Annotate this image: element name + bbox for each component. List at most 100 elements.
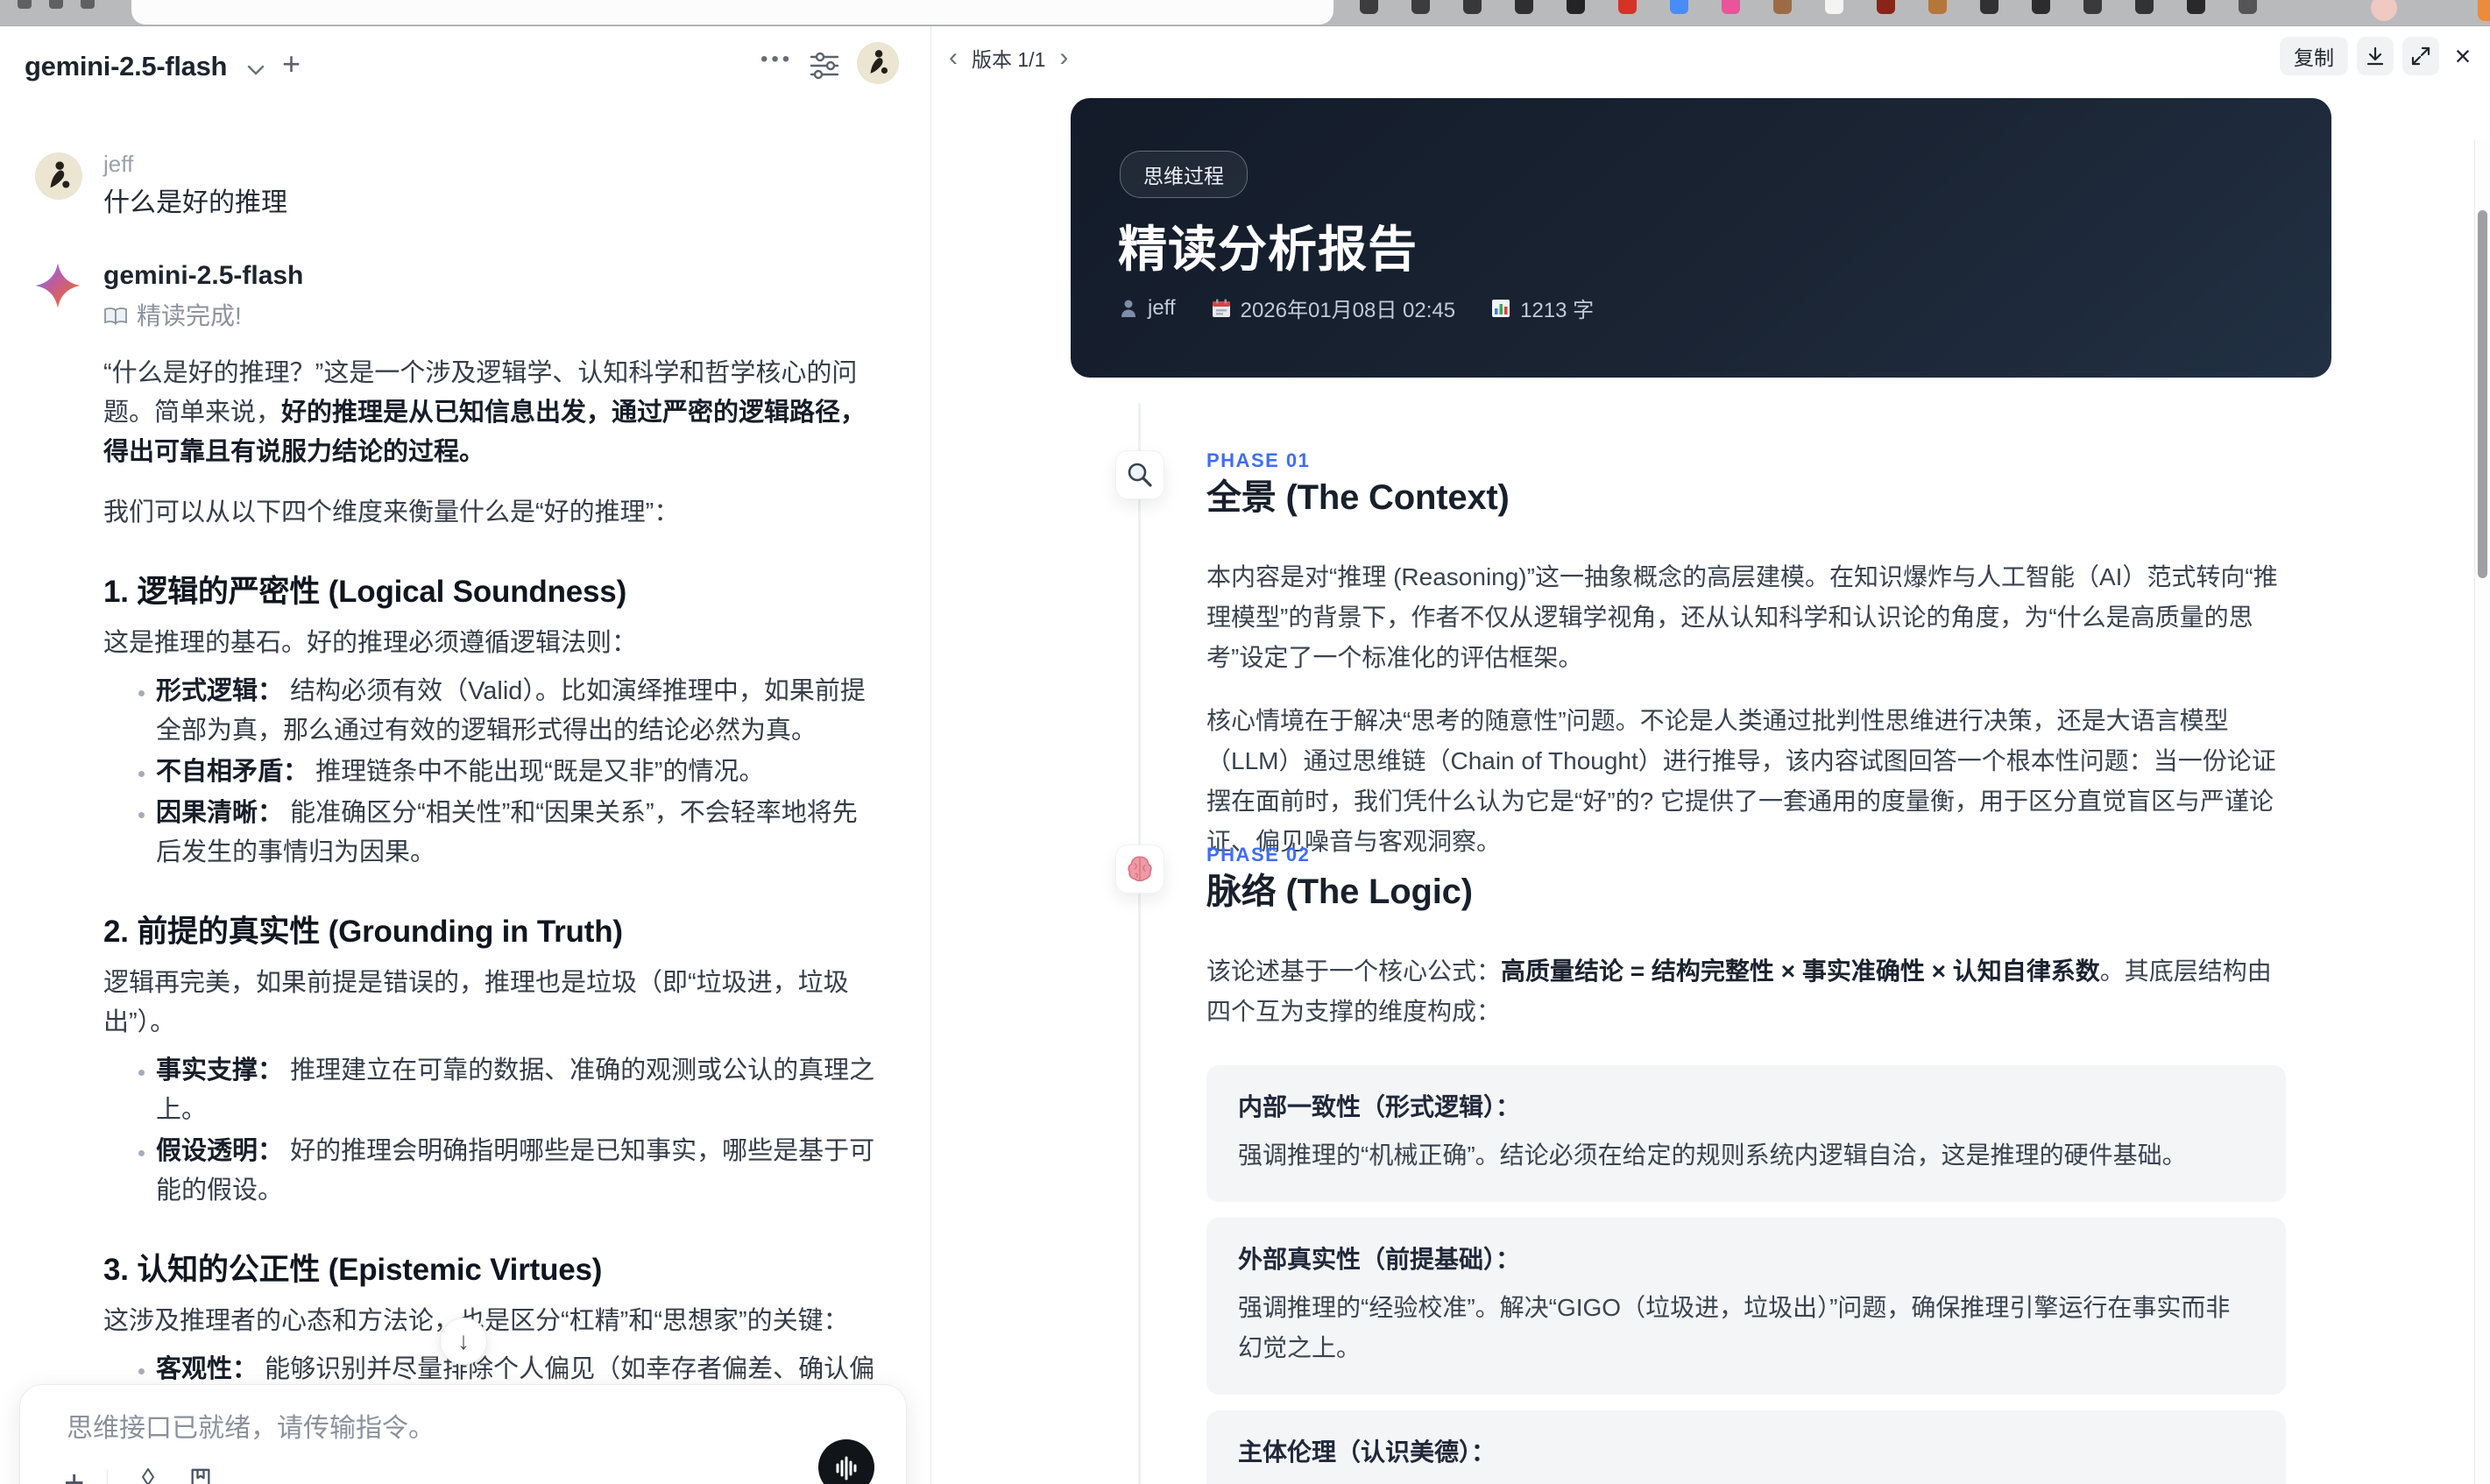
browser-nav-icon[interactable]: [81, 0, 95, 9]
logic-card: 内部一致性（形式逻辑）： 强调推理的“机械正确”。结论必须在给定的规则系统内逻辑…: [1206, 1065, 2286, 1202]
user-message-text: 什么是好的推理: [103, 188, 287, 217]
list-item: 因果清晰： 能准确区分“相关性”和“因果关系”，不会轻率地将先后发生的事情归为因…: [156, 794, 881, 873]
phase-label: PHASE 02: [1206, 844, 1311, 866]
extension-icon[interactable]: [1515, 0, 1533, 14]
extension-icon[interactable]: [2187, 0, 2205, 14]
extension-icon[interactable]: [1411, 0, 1430, 14]
chevron-left-icon[interactable]: ‹: [949, 40, 958, 75]
waveform-icon: [836, 1456, 857, 1480]
attach-plus-icon[interactable]: +: [64, 1466, 84, 1484]
close-icon[interactable]: ×: [2448, 37, 2478, 75]
browser-toolbar: [0, 0, 2490, 26]
section-heading: 3. 认知的公正性 (Epistemic Virtues): [103, 1253, 603, 1287]
logic-card-list: 内部一致性（形式逻辑）： 强调推理的“机械正确”。结论必须在给定的规则系统内逻辑…: [1206, 1065, 2286, 1484]
extension-icons[interactable]: [1360, 0, 2257, 14]
user-avatar[interactable]: [857, 42, 899, 84]
assistant-status: 精读完成!: [103, 300, 881, 333]
bullet-list: 形式逻辑： 结构必须有效（Valid）。比如演绎推理中，如果前提全部为真，那么通…: [103, 672, 881, 873]
app-window: gemini-2.5-flash + ••• jeff 什么是好的推理 gemi…: [0, 0, 2490, 1484]
section-lead: 这是推理的基石。好的推理必须遵循逻辑法则：: [103, 629, 638, 657]
report-badge: 思维过程: [1120, 151, 1248, 198]
composer-placeholder: 思维接口已就绪，请传输指令。: [67, 1414, 435, 1443]
copy-button[interactable]: 复制: [2280, 37, 2348, 75]
list-item: 形式逻辑： 结构必须有效（Valid）。比如演绎推理中，如果前提全部为真，那么通…: [156, 672, 881, 751]
extension-icon[interactable]: [1773, 0, 1792, 14]
assistant-message: gemini-2.5-flash 精读完成! “什么是好的推理？”这是一个涉及逻…: [35, 259, 881, 1484]
voice-input-button[interactable]: [818, 1439, 874, 1484]
browser-edge-avatar[interactable]: [2478, 0, 2490, 21]
extension-icon[interactable]: [1618, 0, 1637, 14]
phase-title: 全景 (The Context): [1206, 478, 1510, 517]
phase-2-section: PHASE 02 脉络 (The Logic) 该论述基于一个核心公式：高质量结…: [1115, 843, 2286, 1484]
assistant-message-body: “什么是好的推理？”这是一个涉及逻辑学、认知科学和哲学核心的问题。简单来说，好的…: [103, 354, 881, 1484]
phase-title: 脉络 (The Logic): [1206, 873, 1473, 911]
report-author: jeff: [1118, 296, 1176, 321]
phase-label: PHASE 01: [1206, 449, 1311, 471]
magnifier-icon: [1115, 450, 1164, 499]
calendar-icon: [1212, 299, 1230, 317]
report-word-count: 1213 字: [1490, 293, 1594, 323]
expand-icon[interactable]: [2402, 37, 2439, 75]
extension-icon[interactable]: [1722, 0, 1740, 14]
phase-paragraph: 该论述基于一个核心公式：高质量结论 = 结构完整性 × 事实准确性 × 认知自律…: [1206, 958, 2272, 1025]
version-label: 版本 1/1: [972, 48, 1046, 71]
toolbar-divider: [107, 1470, 109, 1484]
address-bar[interactable]: [131, 0, 1333, 25]
more-menu-button[interactable]: •••: [760, 47, 793, 72]
section-lead: 这涉及推理者的心态和方法论，也是区分“杠精”和“思想家”的关键：: [103, 1302, 881, 1341]
chat-scroll-area[interactable]: jeff 什么是好的推理 gemini-2.5-flash 精读完成! “什么是…: [0, 103, 930, 1484]
browser-nav-icon[interactable]: [49, 0, 63, 9]
extension-icon[interactable]: [1928, 0, 1947, 14]
user-avatar[interactable]: [35, 152, 82, 200]
message-composer[interactable]: 思维接口已就绪，请传输指令。 +: [19, 1384, 907, 1484]
bullet-list: 事实支撑： 推理建立在可靠的数据、准确的观测或公认的真理之上。 假设透明： 好的…: [103, 1051, 881, 1211]
new-chat-button[interactable]: +: [282, 46, 301, 82]
download-icon[interactable]: [2357, 37, 2394, 75]
report-date: 2026年01月08日 02:45: [1211, 293, 1455, 323]
user-name: jeff: [103, 151, 134, 177]
sparkle-icon[interactable]: [131, 1466, 166, 1484]
extension-icon[interactable]: [2135, 0, 2154, 14]
phase-paragraph: 本内容是对“推理 (Reasoning)”这一抽象概念的高层建模。在知识爆炸与人…: [1206, 563, 2278, 671]
artifact-actions: 复制 ×: [2280, 37, 2478, 75]
extension-icon[interactable]: [1670, 0, 1688, 14]
chevron-down-icon[interactable]: [247, 65, 265, 75]
model-title[interactable]: gemini-2.5-flash: [25, 51, 228, 82]
brain-icon: [1115, 844, 1164, 894]
scroll-to-bottom-button[interactable]: ↓: [440, 1318, 487, 1365]
section-lead: 逻辑再完美，如果前提是错误的，推理也是垃圾（即“垃圾进，垃圾出”）。: [103, 969, 849, 1036]
chat-panel: gemini-2.5-flash + ••• jeff 什么是好的推理 gemi…: [0, 26, 930, 1484]
phase-1-section: PHASE 01 全景 (The Context) 本内容是对“推理 (Reas…: [1115, 449, 2286, 862]
extension-icon[interactable]: [1567, 0, 1585, 14]
extension-icon[interactable]: [1980, 0, 1998, 14]
extension-icon[interactable]: [1825, 0, 1843, 14]
report-meta: jeff 2026年01月08日 02:45 1213 字: [1118, 293, 1594, 323]
timeline-connector: [1138, 403, 1141, 1484]
browser-profile-avatar[interactable]: [2371, 0, 2397, 21]
extension-icon[interactable]: [1463, 0, 1482, 14]
extension-icon[interactable]: [2239, 0, 2257, 14]
report-hero-card: 思维过程 精读分析报告 jeff 2026年01月08日 02:45 1213 …: [1071, 98, 2331, 378]
extension-icon[interactable]: [2083, 0, 2102, 14]
artifact-scrollbar[interactable]: [2474, 140, 2490, 1484]
extension-icon[interactable]: [1877, 0, 1895, 14]
bookmark-icon[interactable]: [188, 1467, 213, 1484]
assistant-name: gemini-2.5-flash: [103, 261, 304, 290]
chevron-right-icon[interactable]: ›: [1059, 40, 1068, 75]
logic-card: 主体伦理（认识美德）： 转向推理者的心理特征。引入奥卡姆剃刀和反向论证，旨在克服…: [1206, 1410, 2286, 1484]
scrollbar-thumb[interactable]: [2478, 210, 2487, 578]
extension-icon[interactable]: [1360, 0, 1378, 14]
list-item: 不自相矛盾： 推理链条中不能出现“既是又非”的情况。: [156, 753, 881, 792]
phase-paragraph: 核心情境在于解决“思考的随意性”问题。不论是人类通过批判性思维进行决策，还是大语…: [1206, 707, 2276, 855]
list-item: 事实支撑： 推理建立在可靠的数据、准确的观测或公认的真理之上。: [156, 1051, 881, 1130]
browser-nav-icon[interactable]: [18, 0, 32, 9]
logic-card: 外部真实性（前提基础）： 强调推理的“经验校准”。解决“GIGO（垃圾进，垃圾出…: [1206, 1218, 2286, 1395]
arrow-down-icon: ↓: [457, 1327, 470, 1354]
version-pager: ‹ 版本 1/1 ›: [949, 40, 1068, 75]
extension-icon[interactable]: [2032, 0, 2050, 14]
artifact-header: ‹ 版本 1/1 › 复制 ×: [931, 26, 2490, 100]
section-heading: 2. 前提的真实性 (Grounding in Truth): [103, 915, 623, 949]
artifact-panel: ‹ 版本 1/1 › 复制 × 思维过程 精读分析报告 jeff 2026年01…: [931, 26, 2490, 1484]
sliders-icon[interactable]: [808, 49, 841, 82]
list-item: 假设透明： 好的推理会明确指明哪些是已知事实，哪些是基于可能的假设。: [156, 1132, 881, 1211]
